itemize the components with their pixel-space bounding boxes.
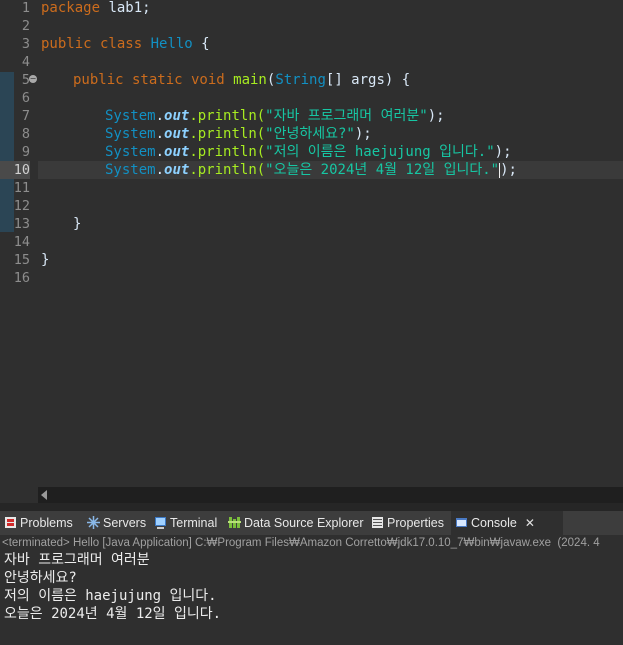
- line-number: 3: [21, 36, 30, 52]
- console-output-line: 자바 프로그래머 여러분: [4, 552, 150, 568]
- console-output-line: 오늘은 2024년 4월 12일 입니다.: [4, 606, 222, 622]
- line-number: 14: [13, 234, 30, 250]
- tab-properties-label: Properties: [387, 516, 444, 530]
- line-number-current: 10: [0, 161, 30, 179]
- code-editor[interactable]: 1 2 3 4 5 6 7 8 9 10 11 12 13 14 15 16 −…: [0, 0, 623, 487]
- console-status: <terminated> Hello [Java Application] C:…: [2, 537, 600, 549]
- tab-terminal-label: Terminal: [170, 516, 218, 530]
- console-view[interactable]: <terminated> Hello [Java Application] C:…: [0, 535, 623, 645]
- close-icon[interactable]: ✕: [525, 516, 535, 530]
- tab-data-source-explorer[interactable]: Data Source Explorer: [224, 511, 364, 535]
- line-number: 8: [21, 126, 30, 142]
- tab-servers-label: Servers: [103, 516, 147, 530]
- fold-collapse-icon[interactable]: −: [29, 75, 37, 83]
- line-number: 12: [13, 198, 30, 214]
- properties-icon: [372, 517, 383, 528]
- line-number: 6: [21, 90, 30, 106]
- line-number: 16: [13, 270, 30, 286]
- scroll-left-icon[interactable]: [41, 490, 47, 500]
- tab-terminal[interactable]: Terminal: [150, 511, 217, 535]
- code-line-15: }: [41, 252, 50, 268]
- code-line-10: System.out.println("오늘은 2024년 4월 12일 입니다…: [105, 162, 517, 178]
- problems-icon: [5, 517, 16, 528]
- line-number: 1: [21, 0, 30, 16]
- tab-problems-label: Problems: [20, 516, 73, 530]
- bottom-panel-tabbar: Problems Servers Terminal Data Source Ex…: [0, 511, 623, 535]
- code-line-1: package lab1;: [41, 0, 151, 16]
- console-output-line: 안녕하세요?: [4, 570, 77, 586]
- tab-servers[interactable]: Servers: [83, 511, 146, 535]
- code-line-8: System.out.println("안녕하세요?");: [105, 126, 372, 142]
- servers-icon: [87, 516, 100, 529]
- code-line-3: public class Hello {: [41, 36, 210, 52]
- code-line-7: System.out.println("자바 프로그래머 여러분");: [105, 108, 445, 124]
- data-source-icon: [228, 517, 241, 528]
- tab-data-source-explorer-label: Data Source Explorer: [244, 516, 364, 530]
- line-number-gutter: 1 2 3 4 5 6 7 8 9 10 11 12 13 14 15 16 −: [0, 0, 38, 487]
- line-number: 4: [21, 54, 30, 70]
- terminal-icon: [155, 517, 166, 529]
- console-output-line: 저의 이름은 haejujung 입니다.: [4, 588, 217, 604]
- tab-console[interactable]: Console ✕: [451, 511, 563, 535]
- console-icon: [456, 518, 467, 527]
- line-number: 15: [13, 252, 30, 268]
- code-line-9: System.out.println("저의 이름은 haejujung 입니다…: [105, 144, 512, 160]
- tab-console-label: Console: [471, 516, 517, 530]
- line-number: 9: [21, 144, 30, 160]
- horizontal-scrollbar[interactable]: [38, 487, 623, 503]
- line-number: 5: [21, 72, 30, 88]
- panel-divider[interactable]: [0, 503, 623, 511]
- line-number: 13: [13, 216, 30, 232]
- tab-properties[interactable]: Properties: [367, 511, 444, 535]
- line-number: 2: [21, 18, 30, 34]
- code-line-13: }: [73, 216, 82, 232]
- code-line-5: public static void main(String[] args) {: [73, 72, 411, 88]
- line-number: 11: [13, 180, 30, 196]
- tab-problems[interactable]: Problems: [0, 511, 73, 535]
- line-number: 7: [21, 108, 30, 124]
